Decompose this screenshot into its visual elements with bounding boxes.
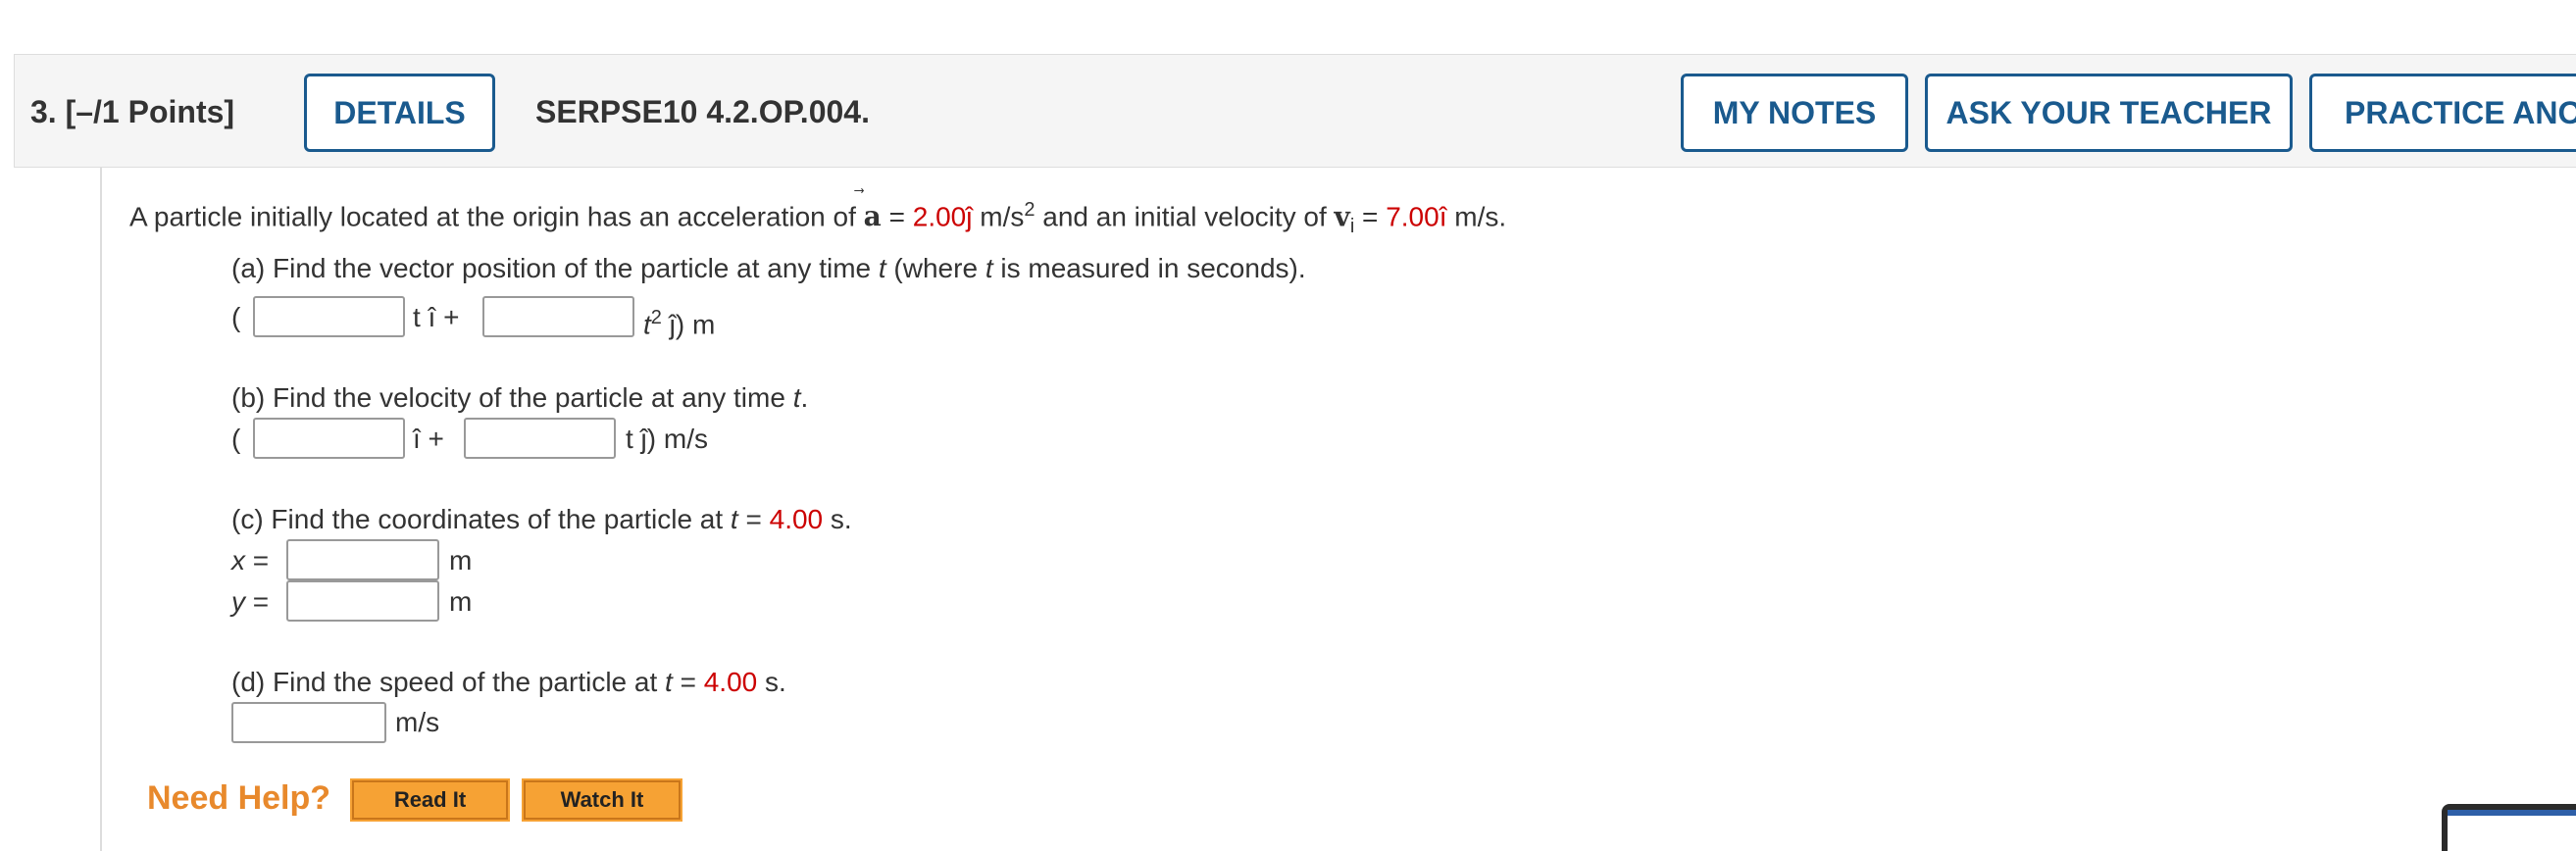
content-left-border — [100, 168, 102, 851]
question-points: [–/1 Points] — [65, 94, 235, 129]
watch-it-button[interactable]: Watch It — [522, 778, 682, 822]
part-b-answer-2[interactable] — [464, 418, 618, 459]
part-c-prompt: (c) Find the coordinates of the particle… — [231, 504, 852, 534]
part-d-prompt: (d) Find the speed of the particle at t … — [231, 667, 786, 697]
part-a-open-paren: ( — [231, 302, 241, 332]
problem-code: SERPSE10 4.2.OP.004. — [535, 94, 870, 129]
speed-input[interactable] — [231, 702, 388, 743]
ask-your-teacher-button[interactable]: ASK YOUR TEACHER — [1925, 74, 2293, 152]
part-a-term-2: t2 ĵ) m — [643, 307, 716, 340]
practice-another-button[interactable]: PRACTICE ANOT — [2309, 74, 2576, 152]
part-b-open-paren: ( — [231, 424, 241, 454]
initial-velocity-value: 7.00î — [1386, 201, 1447, 232]
part-d-time-value: 4.00 — [703, 667, 758, 697]
details-button[interactable]: DETAILS — [304, 74, 495, 152]
part-b-term-2: t ĵ) m/s — [626, 424, 708, 454]
acceleration-value: 2.00ĵ — [912, 201, 973, 232]
part-b-term-1: î + — [413, 424, 444, 454]
part-b-prompt: (b) Find the velocity of the particle at… — [231, 382, 809, 413]
part-a-term-1: t î + — [413, 302, 460, 332]
question-number-points: 3. [–/1 Points] — [30, 55, 234, 169]
part-a-answer-2[interactable] — [482, 296, 636, 337]
question-number: 3. — [30, 94, 57, 129]
x-unit: m — [449, 545, 473, 576]
part-b-answer-1[interactable] — [253, 418, 407, 459]
my-notes-button[interactable]: MY NOTES — [1681, 74, 1908, 152]
y-unit: m — [449, 586, 473, 617]
speed-unit: m/s — [395, 707, 440, 737]
x-label: x = — [231, 545, 270, 576]
need-help-label: Need Help? — [147, 779, 331, 817]
y-label: y = — [231, 586, 270, 617]
y-coordinate-input[interactable] — [286, 580, 441, 622]
acceleration-symbol: ⃗a — [863, 200, 882, 233]
problem-statement: A particle initially located at the orig… — [129, 199, 1507, 237]
part-a-prompt: (a) Find the vector position of the part… — [231, 253, 1306, 283]
screen-thumbnail-preview[interactable] — [2442, 804, 2576, 851]
x-coordinate-input[interactable] — [286, 539, 441, 580]
read-it-button[interactable]: Read It — [350, 778, 510, 822]
part-c-time-value: 4.00 — [769, 504, 824, 534]
part-a-answer-1[interactable] — [253, 296, 407, 337]
velocity-symbol: v — [1334, 200, 1350, 233]
